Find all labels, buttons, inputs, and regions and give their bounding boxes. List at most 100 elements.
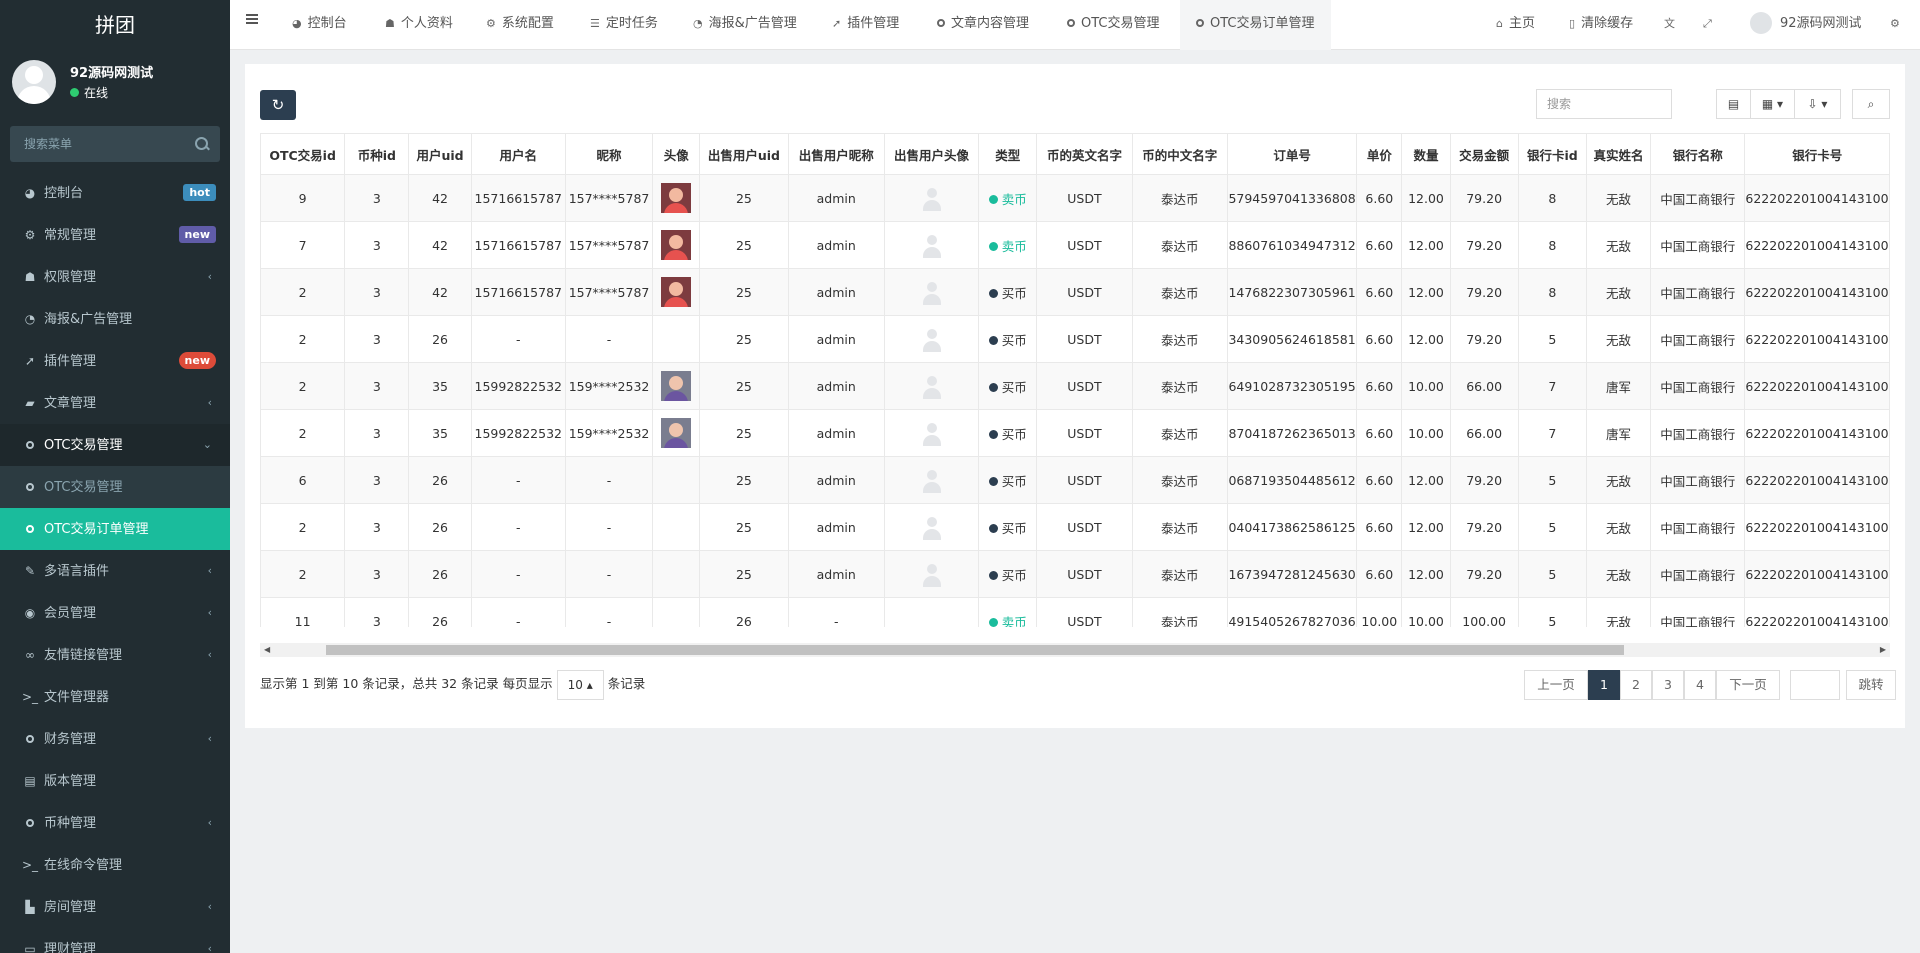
avatar[interactable] <box>661 277 692 307</box>
refresh-button[interactable]: ↻ <box>260 90 296 120</box>
sidebar-item-version[interactable]: ▤ 版本管理 <box>0 760 230 802</box>
column-header[interactable]: 银行名称 <box>1650 133 1746 175</box>
column-header[interactable]: OTC交易id <box>260 133 346 175</box>
scrollbar-thumb[interactable] <box>326 645 1624 655</box>
table-row[interactable]: 2 3 35 15992822532 159****2532 25 admin 买币 USDT 泰… <box>260 362 1890 410</box>
table-row[interactable]: 9 3 42 15716615787 157****5787 25 admin 卖币 USDT 泰… <box>260 174 1890 222</box>
column-header[interactable]: 出售用户昵称 <box>787 133 885 175</box>
language-button[interactable]: 文 <box>1664 0 1681 50</box>
page-button[interactable]: 2 <box>1620 670 1652 700</box>
sidebar-item-article[interactable]: ▰ 文章管理 ‹ <box>0 382 230 424</box>
sidebar-item-links[interactable]: ∞ 友情链接管理 ‹ <box>0 634 230 676</box>
table-row[interactable]: 2 3 26- -25 admin 买币 USDT 泰达币 0404173862586125 6.… <box>260 503 1890 551</box>
column-header[interactable]: 币的英文名字 <box>1036 133 1133 175</box>
table-row[interactable]: 6 3 26- -25 admin 买币 USDT 泰达币 0687193504485612 6.… <box>260 456 1890 504</box>
column-header[interactable]: 银行卡号 <box>1744 133 1890 175</box>
table-row[interactable]: 2 3 26- -25 admin 买币 USDT 泰达币 3430905624618581 6.… <box>260 315 1890 363</box>
sidebar-item-addons[interactable]: ➚ 插件管理 new <box>0 340 230 382</box>
table-row[interactable]: 11 3 26- -26- 卖币 USDT 泰达币 4915405267827036 10.00… <box>260 597 1890 627</box>
sidebar-item-poster[interactable]: ◔ 海报&广告管理 <box>0 298 230 340</box>
sidebar-item-dashboard[interactable]: ◕ 控制台 hot <box>0 172 230 214</box>
default-avatar-icon[interactable] <box>919 373 945 399</box>
column-header[interactable]: 币种id <box>344 133 410 175</box>
avatar[interactable] <box>661 371 692 401</box>
column-header[interactable]: 真实姓名 <box>1585 133 1652 175</box>
sidebar-toggle-button[interactable] <box>230 0 270 50</box>
page-button[interactable]: 4 <box>1684 670 1716 700</box>
avatar[interactable] <box>661 183 692 213</box>
avatar[interactable] <box>661 230 692 260</box>
default-avatar-icon[interactable] <box>919 561 945 587</box>
tab-poster[interactable]: ◔ 海报&广告管理 <box>693 0 797 50</box>
table-row[interactable]: 2 3 42 15716615787 157****5787 25 admin 买币 USDT 泰… <box>260 268 1890 316</box>
sidebar-item-otc-trade[interactable]: OTC交易管理 <box>0 466 230 508</box>
default-avatar-icon[interactable] <box>919 420 945 446</box>
table-search-input[interactable] <box>1536 89 1672 119</box>
sidebar-item-wealth[interactable]: ▭ 理财管理 ‹ <box>0 928 230 953</box>
page-size-select[interactable]: 10 ▴ <box>556 669 604 700</box>
home-link[interactable]: ⌂ 主页 <box>1496 0 1535 50</box>
column-header[interactable]: 类型 <box>978 133 1038 175</box>
search-icon[interactable] <box>195 137 208 150</box>
page-button[interactable]: 1 <box>1588 670 1620 700</box>
tab-crontab[interactable]: ☰ 定时任务 <box>590 0 658 50</box>
tab-dashboard[interactable]: ◕ 控制台 <box>292 0 347 50</box>
table-row[interactable]: 2 3 35 15992822532 159****2532 25 admin 买币 USDT 泰… <box>260 409 1890 457</box>
column-header[interactable]: 单价 <box>1356 133 1403 175</box>
sidebar-item-command[interactable]: >_ 在线命令管理 <box>0 844 230 886</box>
jump-button[interactable]: 跳转 <box>1846 670 1896 700</box>
column-header[interactable]: 昵称 <box>564 133 654 175</box>
jump-page-input[interactable] <box>1790 670 1840 700</box>
default-avatar-icon[interactable] <box>919 185 945 211</box>
tab-config[interactable]: ⚙ 系统配置 <box>486 0 554 50</box>
column-header[interactable]: 出售用户uid <box>699 133 789 175</box>
app-logo[interactable]: 拼团 <box>0 0 230 50</box>
settings-button[interactable]: ⚙ <box>1890 0 1906 50</box>
toggle-view-button[interactable]: ▤ <box>1716 89 1751 119</box>
column-header[interactable]: 银行卡id <box>1517 133 1587 175</box>
tab-otc-order[interactable]: OTC交易订单管理 <box>1180 0 1331 50</box>
sidebar-item-otc-order[interactable]: OTC交易订单管理 <box>0 508 230 550</box>
export-button[interactable]: ⇩ ▾ <box>1794 89 1841 119</box>
sidebar-item-lang[interactable]: ✎ 多语言插件 ‹ <box>0 550 230 592</box>
column-header[interactable]: 出售用户头像 <box>883 133 980 175</box>
fullscreen-button[interactable]: ⤢ <box>1703 0 1718 50</box>
column-header[interactable]: 头像 <box>652 133 701 175</box>
sidebar-item-room[interactable]: ▙ 房间管理 ‹ <box>0 886 230 928</box>
columns-button[interactable]: ▦ ▾ <box>1750 89 1795 119</box>
default-avatar-icon[interactable] <box>919 279 945 305</box>
default-avatar-icon[interactable] <box>919 467 945 493</box>
scroll-left-icon[interactable]: ◀ <box>264 645 270 654</box>
sidebar-item-coin[interactable]: 币种管理 ‹ <box>0 802 230 844</box>
sidebar-item-otc[interactable]: OTC交易管理 ⌄ <box>0 424 230 466</box>
tab-profile[interactable]: ☗ 个人资料 <box>385 0 453 50</box>
scroll-right-icon[interactable]: ▶ <box>1880 645 1886 654</box>
default-avatar-icon[interactable] <box>919 232 945 258</box>
user-menu[interactable]: 92源码网测试 <box>1750 0 1862 50</box>
menu-search-input[interactable] <box>10 126 184 162</box>
sidebar-item-general[interactable]: ⚙ 常规管理 new <box>0 214 230 256</box>
sidebar-item-user[interactable]: ◉ 会员管理 ‹ <box>0 592 230 634</box>
avatar[interactable] <box>661 418 692 448</box>
page-button[interactable]: 3 <box>1652 670 1684 700</box>
default-avatar-icon[interactable] <box>919 326 945 352</box>
horizontal-scrollbar[interactable]: ◀ ▶ <box>260 643 1890 657</box>
clear-cache-button[interactable]: ▯ 清除缓存 <box>1569 0 1633 50</box>
tab-article-content[interactable]: 文章内容管理 <box>937 0 1029 50</box>
column-header[interactable]: 数量 <box>1401 133 1451 175</box>
sidebar-item-auth[interactable]: ☗ 权限管理 ‹ <box>0 256 230 298</box>
next-page-button[interactable]: 下一页 <box>1716 670 1780 700</box>
prev-page-button[interactable]: 上一页 <box>1524 670 1588 700</box>
default-avatar-icon[interactable] <box>919 514 945 540</box>
column-header[interactable]: 用户名 <box>470 133 566 175</box>
column-header[interactable]: 交易金额 <box>1449 133 1519 175</box>
sidebar-item-finance[interactable]: 财务管理 ‹ <box>0 718 230 760</box>
table-row[interactable]: 7 3 42 15716615787 157****5787 25 admin 卖币 USDT 泰… <box>260 221 1890 269</box>
column-header[interactable]: 币的中文名字 <box>1131 133 1228 175</box>
column-header[interactable]: 订单号 <box>1226 133 1358 175</box>
sidebar-item-files[interactable]: >_ 文件管理器 <box>0 676 230 718</box>
tab-otc[interactable]: OTC交易管理 <box>1067 0 1160 50</box>
tab-addons[interactable]: ➚ 插件管理 <box>832 0 899 50</box>
table-row[interactable]: 2 3 26- -25 admin 买币 USDT 泰达币 1673947281245630 6.… <box>260 550 1890 598</box>
advanced-search-button[interactable]: ⌕ <box>1852 89 1890 119</box>
